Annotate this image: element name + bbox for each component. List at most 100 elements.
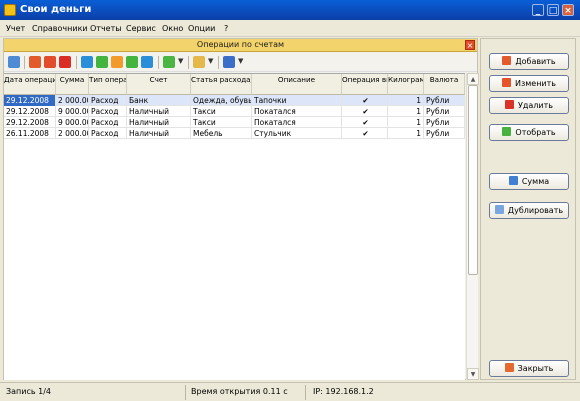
add-icon[interactable] bbox=[29, 56, 41, 68]
cell-account: Банк bbox=[127, 95, 191, 106]
status-ip: IP: 192.168.1.2 bbox=[313, 387, 374, 396]
cell-type: Расход bbox=[89, 95, 127, 106]
refresh-icon[interactable] bbox=[8, 56, 20, 68]
title-bar: Свои деньги _ □ × bbox=[0, 0, 580, 20]
report-icon[interactable] bbox=[223, 56, 235, 68]
cell-description: Покатался bbox=[252, 106, 342, 117]
cell-type: Расход bbox=[89, 117, 127, 128]
filter-dropdown-icon[interactable]: ▼ bbox=[178, 57, 183, 65]
edit-icon[interactable] bbox=[44, 56, 56, 68]
menu-item-options[interactable]: Опции bbox=[188, 24, 215, 33]
column-header-date[interactable]: Дата операции bbox=[4, 74, 56, 95]
cell-account: Наличный bbox=[127, 106, 191, 117]
edit-icon bbox=[502, 78, 511, 87]
cell-date: 29.12.2008 bbox=[4, 106, 56, 117]
column-header-type[interactable]: Тип операции bbox=[89, 74, 127, 95]
cell-sum: 9 000.00 bbox=[58, 106, 89, 117]
status-bar: Запись 1/4 Время открытия 0.11 с IP: 192… bbox=[0, 382, 580, 401]
table-row[interactable]: 29.12.2008 2 000.00 Расход Банк Одежда, … bbox=[4, 95, 465, 106]
cell-category: Такси bbox=[191, 117, 252, 128]
cell-description: Стульчик bbox=[252, 128, 342, 139]
cell-currency: Рубли bbox=[424, 128, 465, 139]
panel-title: Операции по счетам bbox=[196, 40, 285, 49]
duplicate-icon bbox=[494, 205, 504, 214]
operations-grid[interactable]: Дата операции Сумма Тип операции Счет Ст… bbox=[4, 73, 465, 380]
column-header-sum[interactable]: Сумма bbox=[56, 74, 89, 95]
action-pane: Добавить Изменить Удалить Отобрать Сумма… bbox=[480, 38, 576, 380]
cell-done-checkbox[interactable]: ✔ bbox=[342, 128, 388, 139]
table-row[interactable]: 29.12.2008 9 000.00 Расход Наличный Такс… bbox=[4, 117, 465, 128]
scroll-down-icon[interactable]: ▼ bbox=[467, 368, 479, 380]
last-icon[interactable] bbox=[141, 56, 153, 68]
filter-button[interactable]: Отобрать bbox=[489, 124, 569, 141]
cell-type: Расход bbox=[89, 128, 127, 139]
column-header-done[interactable]: Операция выполнена bbox=[342, 74, 388, 95]
menu-item-spravochniki[interactable]: Справочники bbox=[32, 24, 88, 33]
minimize-icon[interactable]: _ bbox=[532, 4, 544, 16]
cell-category: Мебель bbox=[191, 128, 252, 139]
next-icon[interactable] bbox=[126, 56, 138, 68]
scroll-thumb[interactable] bbox=[468, 85, 478, 275]
delete-icon bbox=[505, 100, 514, 109]
key-icon[interactable] bbox=[193, 56, 205, 68]
table-row[interactable]: 29.12.2008 9 000.00 Расход Наличный Такс… bbox=[4, 106, 465, 117]
cell-currency: Рубли bbox=[424, 95, 465, 106]
key-dropdown-icon[interactable]: ▼ bbox=[208, 57, 213, 65]
panel-close-icon[interactable]: × bbox=[465, 40, 475, 50]
cell-qty: 1 bbox=[388, 128, 424, 139]
add-icon bbox=[502, 56, 512, 65]
sum-icon bbox=[508, 176, 518, 185]
prev-icon[interactable] bbox=[96, 56, 108, 68]
maximize-icon[interactable]: □ bbox=[547, 4, 559, 16]
column-header-category[interactable]: Статья расхода/дохода bbox=[191, 74, 252, 95]
cell-date: 29.12.2008 bbox=[4, 117, 56, 128]
status-open-time: Время открытия 0.11 с bbox=[191, 387, 288, 396]
menu-item-help[interactable]: ? bbox=[224, 24, 228, 33]
close-window-icon[interactable]: × bbox=[562, 4, 574, 16]
filter-icon bbox=[502, 127, 512, 136]
menu-item-uchet[interactable]: Учет bbox=[6, 24, 25, 33]
duplicate-button[interactable]: Дублировать bbox=[489, 202, 569, 219]
column-header-description[interactable]: Описание bbox=[252, 74, 342, 95]
operations-panel: Операции по счетам × ▼ ▼ ▼ Дата операции… bbox=[3, 38, 479, 380]
cell-currency: Рубли bbox=[424, 106, 465, 117]
table-row[interactable]: 26.11.2008 2 000.00 Расход Наличный Мебе… bbox=[4, 128, 465, 139]
delete-icon[interactable] bbox=[59, 56, 71, 68]
edit-button[interactable]: Изменить bbox=[489, 75, 569, 92]
cell-description: Тапочки bbox=[252, 95, 342, 106]
column-header-qty[interactable]: Килограмм / Штук bbox=[388, 74, 424, 95]
first-icon[interactable] bbox=[81, 56, 93, 68]
cell-qty: 1 bbox=[388, 95, 424, 106]
column-header-account[interactable]: Счет bbox=[127, 74, 191, 95]
delete-button[interactable]: Удалить bbox=[489, 97, 569, 114]
menu-item-okno[interactable]: Окно bbox=[162, 24, 183, 33]
panel-header: Операции по счетам × bbox=[4, 39, 477, 52]
app-icon bbox=[4, 4, 16, 16]
close-icon bbox=[504, 363, 514, 372]
cell-done-checkbox[interactable]: ✔ bbox=[342, 106, 388, 117]
menu-item-otchety[interactable]: Отчеты bbox=[90, 24, 122, 33]
cell-qty: 1 bbox=[388, 117, 424, 128]
cell-description: Покатался bbox=[252, 117, 342, 128]
sum-button[interactable]: Сумма bbox=[489, 173, 569, 190]
window-title: Свои деньги bbox=[20, 4, 92, 15]
filter-icon[interactable] bbox=[163, 56, 175, 68]
menu-item-servis[interactable]: Сервис bbox=[126, 24, 156, 33]
report-dropdown-icon[interactable]: ▼ bbox=[238, 57, 243, 65]
toolbar: ▼ ▼ ▼ bbox=[4, 53, 477, 72]
cell-category: Одежда, обувь bbox=[193, 95, 252, 106]
cell-done-checkbox[interactable]: ✔ bbox=[342, 117, 388, 128]
cell-category: Такси bbox=[191, 106, 252, 117]
stop-icon[interactable] bbox=[111, 56, 123, 68]
close-button[interactable]: Закрыть bbox=[489, 360, 569, 377]
scroll-up-icon[interactable]: ▲ bbox=[467, 73, 479, 85]
menu-bar: Учет Справочники Отчеты Сервис Окно Опци… bbox=[0, 20, 580, 37]
cell-done-checkbox[interactable]: ✔ bbox=[342, 95, 388, 106]
column-header-currency[interactable]: Валюта bbox=[424, 74, 465, 95]
cell-date: 26.11.2008 bbox=[4, 128, 56, 139]
cell-sum: 9 000.00 bbox=[58, 117, 89, 128]
cell-qty: 1 bbox=[388, 106, 424, 117]
vertical-scrollbar[interactable]: ▲ ▼ bbox=[466, 73, 479, 380]
add-button[interactable]: Добавить bbox=[489, 53, 569, 70]
cell-account: Наличный bbox=[127, 128, 191, 139]
